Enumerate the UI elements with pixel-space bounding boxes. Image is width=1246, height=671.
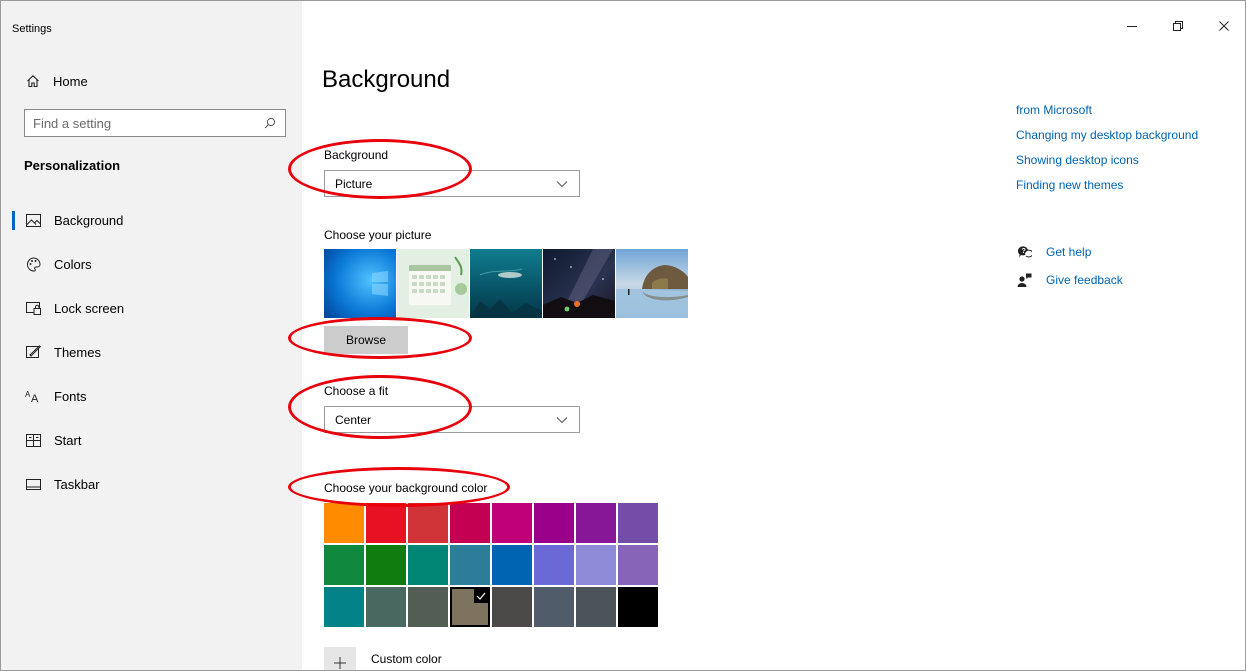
minimize-icon xyxy=(1127,18,1137,36)
picture-thumbnail-windows[interactable] xyxy=(324,249,396,318)
color-swatch[interactable] xyxy=(450,503,490,543)
close-icon xyxy=(1219,18,1229,36)
sidebar-item-colors[interactable]: Colors xyxy=(1,246,302,282)
link-changing-desktop-background[interactable]: Changing my desktop background xyxy=(1016,127,1198,152)
background-type-label: Background xyxy=(324,148,389,162)
background-type-dropdown[interactable]: Picture xyxy=(324,170,580,197)
close-button[interactable] xyxy=(1201,13,1245,41)
sidebar-item-taskbar[interactable]: Taskbar xyxy=(1,466,302,502)
color-swatch[interactable] xyxy=(534,503,574,543)
give-feedback-label: Give feedback xyxy=(1046,273,1123,287)
sidebar-item-label: Start xyxy=(54,432,82,448)
sidebar-item-label: Fonts xyxy=(54,388,87,404)
color-swatch[interactable] xyxy=(366,545,406,585)
color-swatch[interactable] xyxy=(408,545,448,585)
color-swatch[interactable] xyxy=(324,503,364,543)
picture-thumbnail-beach[interactable] xyxy=(616,249,688,318)
picture-thumbnail-underwater[interactable] xyxy=(470,249,542,318)
get-help-label: Get help xyxy=(1046,245,1092,259)
link-finding-new-themes[interactable]: Finding new themes xyxy=(1016,177,1198,202)
start-icon xyxy=(25,432,41,448)
fit-value: Center xyxy=(335,412,372,427)
sidebar-item-themes[interactable]: Themes xyxy=(1,334,302,370)
search-input[interactable] xyxy=(33,115,263,131)
color-swatch[interactable] xyxy=(576,545,616,585)
main-content: Background Background Picture Choose you… xyxy=(302,1,1245,670)
home-icon xyxy=(25,73,41,89)
color-swatch[interactable] xyxy=(366,503,406,543)
color-swatch-grid xyxy=(324,503,659,627)
sidebar-item-lock-screen[interactable]: Lock screen xyxy=(1,290,302,326)
checkmark-icon xyxy=(474,589,488,603)
svg-text:A: A xyxy=(31,393,39,403)
home-link[interactable]: Home xyxy=(25,71,88,91)
search-box xyxy=(24,109,286,137)
chevron-down-icon xyxy=(555,413,569,427)
sidebar-item-label: Taskbar xyxy=(54,476,100,492)
sidebar-item-label: Colors xyxy=(54,256,92,272)
restore-icon xyxy=(1173,18,1183,36)
color-swatch[interactable] xyxy=(534,587,574,627)
picture-thumbnail-calendar[interactable] xyxy=(397,249,469,318)
color-swatch[interactable] xyxy=(366,587,406,627)
page-title: Background xyxy=(322,66,451,93)
color-swatch[interactable] xyxy=(450,587,490,627)
minimize-button[interactable] xyxy=(1109,13,1155,41)
taskbar-icon xyxy=(25,476,41,492)
picture-thumbnails xyxy=(324,249,688,318)
custom-color-label: Custom color xyxy=(371,652,442,666)
sidebar-item-label: Lock screen xyxy=(54,300,125,316)
color-swatch[interactable] xyxy=(576,587,616,627)
section-title: Personalization xyxy=(24,158,121,173)
settings-window: Settings Home Personalization Background xyxy=(0,0,1246,671)
related-links: from Microsoft Changing my desktop backg… xyxy=(1016,102,1198,202)
home-label: Home xyxy=(53,73,88,89)
background-color-label: Choose your background color xyxy=(324,481,488,495)
link-showing-desktop-icons[interactable]: Showing desktop icons xyxy=(1016,152,1198,177)
color-swatch[interactable] xyxy=(618,587,658,627)
brush-icon xyxy=(25,344,41,360)
color-swatch[interactable] xyxy=(492,545,532,585)
get-help-icon: ? xyxy=(1016,244,1032,260)
picture-thumbnail-night-sky[interactable] xyxy=(543,249,615,318)
sidebar-item-start[interactable]: Start xyxy=(1,422,302,458)
sidebar-item-label: Themes xyxy=(54,344,101,360)
chevron-down-icon xyxy=(555,177,569,191)
search-icon[interactable] xyxy=(263,116,277,130)
color-swatch[interactable] xyxy=(576,503,616,543)
app-title: Settings xyxy=(12,23,52,35)
color-swatch[interactable] xyxy=(324,587,364,627)
background-type-value: Picture xyxy=(335,176,373,191)
give-feedback-link[interactable]: Give feedback xyxy=(1016,266,1123,294)
color-swatch[interactable] xyxy=(618,545,658,585)
color-swatch[interactable] xyxy=(618,503,658,543)
custom-color-button[interactable]: Custom color xyxy=(324,647,442,670)
get-help-link[interactable]: ? Get help xyxy=(1016,238,1123,266)
link-from-microsoft[interactable]: from Microsoft xyxy=(1016,102,1198,127)
sidebar: Settings Home Personalization Background xyxy=(1,1,302,670)
lock-screen-icon xyxy=(25,300,41,316)
palette-icon xyxy=(25,256,41,272)
window-controls xyxy=(1109,13,1245,41)
feedback-icon xyxy=(1016,272,1032,288)
fonts-icon: AA xyxy=(25,388,41,404)
choose-picture-label: Choose your picture xyxy=(324,228,432,242)
color-swatch[interactable] xyxy=(450,545,490,585)
color-swatch[interactable] xyxy=(492,503,532,543)
color-swatch[interactable] xyxy=(534,545,574,585)
choose-fit-label: Choose a fit xyxy=(324,384,389,398)
browse-button[interactable]: Browse xyxy=(324,326,408,354)
sidebar-item-label: Background xyxy=(54,212,124,228)
restore-button[interactable] xyxy=(1155,13,1201,41)
help-section: ? Get help Give feedback xyxy=(1016,238,1123,294)
plus-icon xyxy=(324,647,356,670)
sidebar-item-background[interactable]: Background xyxy=(1,202,302,238)
color-swatch[interactable] xyxy=(408,503,448,543)
fit-dropdown[interactable]: Center xyxy=(324,406,580,433)
color-swatch[interactable] xyxy=(492,587,532,627)
sidebar-item-fonts[interactable]: AA Fonts xyxy=(1,378,302,414)
color-swatch[interactable] xyxy=(324,545,364,585)
picture-icon xyxy=(25,212,41,228)
color-swatch[interactable] xyxy=(408,587,448,627)
